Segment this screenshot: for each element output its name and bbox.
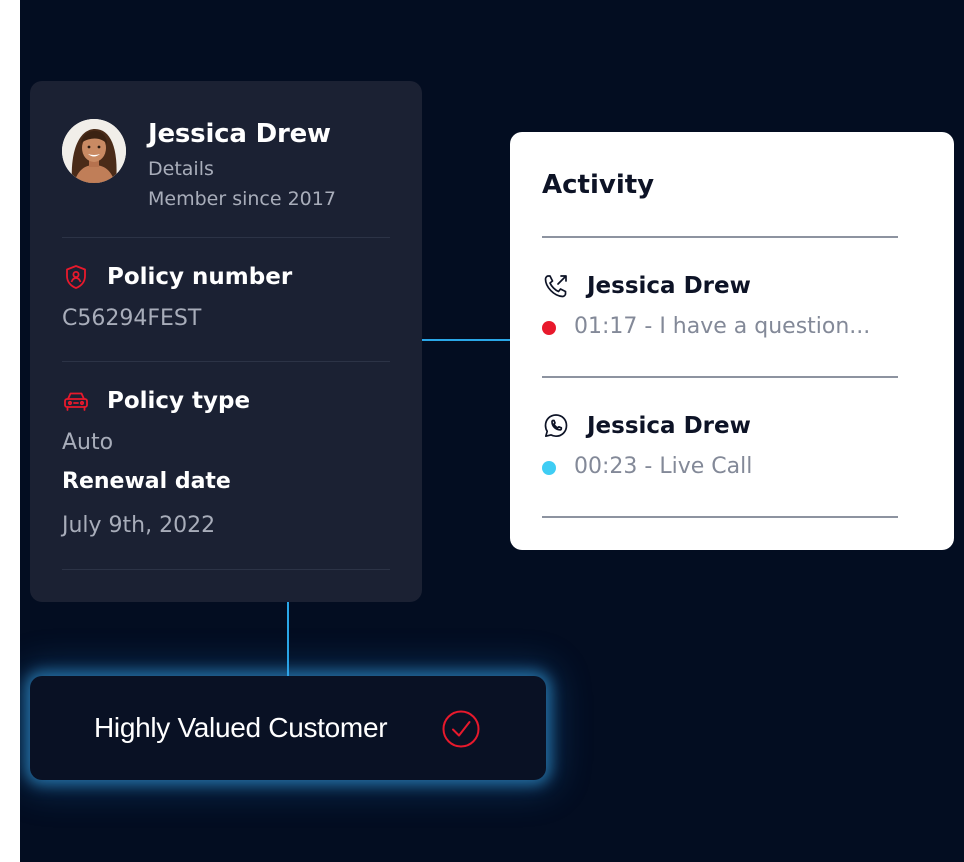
activity-message: 01:17 - I have a question... — [574, 314, 871, 339]
avatar — [62, 119, 126, 183]
whatsapp-icon — [542, 412, 570, 440]
activity-contact-name: Jessica Drew — [587, 413, 751, 439]
divider — [62, 361, 390, 362]
divider — [542, 236, 898, 238]
car-icon — [62, 387, 90, 415]
renewal-date-value: July 9th, 2022 — [62, 513, 216, 538]
divider — [62, 237, 390, 238]
activity-card: Activity Jessica Drew 01:17 - I have a q… — [510, 132, 954, 550]
customer-photo — [62, 119, 126, 183]
policy-type-value: Auto — [62, 430, 114, 455]
divider — [62, 569, 390, 570]
connector-line — [422, 339, 512, 341]
divider — [542, 516, 898, 518]
activity-message: 00:23 - Live Call — [574, 454, 753, 479]
customer-name: Jessica Drew — [148, 119, 331, 149]
member-since: Member since 2017 — [148, 188, 336, 210]
renewal-date-label: Renewal date — [62, 469, 231, 494]
customer-profile-card: Jessica Drew Details Member since 2017 P… — [30, 81, 422, 602]
check-circle-icon — [441, 709, 481, 749]
policy-type-label: Policy type — [107, 388, 251, 414]
policy-number-label: Policy number — [107, 264, 293, 290]
activity-title: Activity — [542, 170, 655, 200]
activity-contact-name: Jessica Drew — [587, 273, 751, 299]
canvas: Jessica Drew Details Member since 2017 P… — [20, 0, 964, 862]
policy-number-value: C56294FEST — [62, 306, 202, 331]
status-dot — [542, 461, 556, 475]
badge-label: Highly Valued Customer — [94, 712, 388, 743]
status-dot — [542, 321, 556, 335]
details-label: Details — [148, 158, 214, 180]
phone-outgoing-icon — [542, 272, 570, 300]
divider — [542, 376, 898, 378]
shield-user-icon — [62, 263, 90, 291]
highly-valued-customer-badge: Highly Valued Customer — [30, 676, 546, 780]
connector-line — [287, 602, 289, 676]
